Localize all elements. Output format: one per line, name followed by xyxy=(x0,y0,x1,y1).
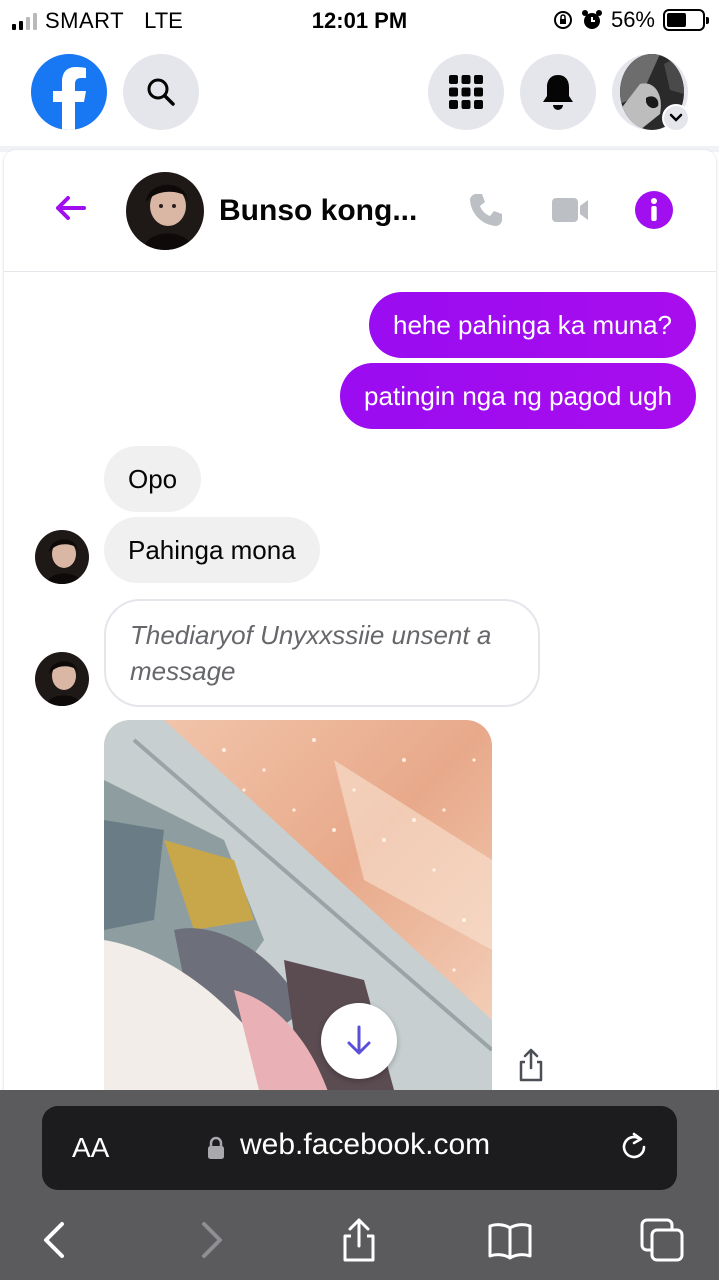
download-button[interactable] xyxy=(321,1003,397,1079)
account-menu-caret[interactable] xyxy=(662,104,690,132)
notifications-button[interactable] xyxy=(520,54,596,130)
bookmarks-icon[interactable] xyxy=(486,1216,534,1264)
grid-menu-icon xyxy=(449,75,483,109)
contact-name[interactable]: Bunso kong... xyxy=(219,194,417,228)
search-button[interactable] xyxy=(123,54,199,130)
phone-icon[interactable] xyxy=(466,190,506,230)
message-thread: hehe pahinga ka muna? patingin nga ng pa… xyxy=(4,272,716,1110)
battery-percent: 56% xyxy=(610,7,655,32)
back-arrow-icon[interactable] xyxy=(50,188,90,228)
facebook-f-glyph xyxy=(53,67,86,130)
facebook-header xyxy=(0,40,719,146)
text-size-button[interactable]: AA xyxy=(72,1132,109,1164)
video-icon[interactable] xyxy=(550,190,590,230)
unsent-message-notice: Thediaryof Unyxxssiie unsent a message xyxy=(104,599,540,707)
orientation-lock-icon xyxy=(553,11,572,29)
chevron-down-icon xyxy=(669,113,683,122)
share-icon[interactable] xyxy=(516,1048,546,1082)
sent-message[interactable]: hehe pahinga ka muna? xyxy=(368,292,696,358)
status-bar: SMART LTE 12:01 PM 56% xyxy=(0,0,719,40)
battery-fill xyxy=(667,13,687,27)
lock-icon xyxy=(208,1136,224,1159)
safari-toolbar: AA web.facebook.com xyxy=(0,1090,719,1280)
search-icon xyxy=(147,78,175,106)
facebook-logo-icon[interactable] xyxy=(31,54,107,130)
alarm-icon xyxy=(581,10,602,29)
sent-message[interactable]: patingin nga ng pagod ugh xyxy=(340,363,696,429)
contact-avatar-small xyxy=(35,652,89,706)
reload-icon[interactable] xyxy=(617,1130,651,1164)
battery-icon xyxy=(663,9,709,31)
text-size-label: AA xyxy=(72,1132,110,1163)
photo-attachment[interactable] xyxy=(104,720,492,1110)
received-message[interactable]: Pahinga mona xyxy=(104,517,320,583)
profile-button[interactable] xyxy=(612,54,690,132)
tabs-icon[interactable] xyxy=(638,1216,686,1264)
status-right: 56% xyxy=(553,7,709,33)
back-icon[interactable] xyxy=(32,1216,80,1264)
url-text[interactable]: web.facebook.com xyxy=(240,1128,490,1162)
info-icon[interactable] xyxy=(634,190,674,230)
contact-avatar[interactable] xyxy=(126,172,204,250)
chat-window: Bunso kong... hehe pahinga ka muna? pati… xyxy=(4,150,716,1110)
menu-button[interactable] xyxy=(428,54,504,130)
forward-icon[interactable] xyxy=(186,1216,234,1264)
bell-icon xyxy=(543,75,573,110)
contact-avatar-small xyxy=(35,530,89,584)
chat-header: Bunso kong... xyxy=(4,150,716,272)
address-bar[interactable]: AA web.facebook.com xyxy=(42,1106,677,1190)
share-icon[interactable] xyxy=(335,1216,383,1264)
received-message[interactable]: Opo xyxy=(104,446,202,512)
download-icon xyxy=(347,1025,371,1055)
